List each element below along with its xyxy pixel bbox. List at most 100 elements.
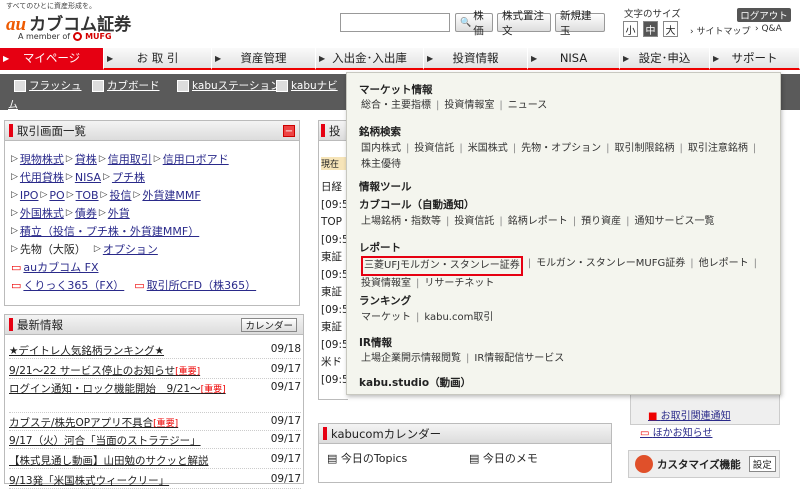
- nav-nisa[interactable]: ▶ NISA: [528, 48, 620, 70]
- link-tsumitate[interactable]: 積立（投信・プチ株・外貨建MMF）: [20, 223, 199, 239]
- dd-link[interactable]: 取引制限銘柄: [615, 141, 675, 157]
- market-row: [09:5: [321, 338, 349, 351]
- dd-link[interactable]: 国内株式: [361, 141, 401, 157]
- link-tob[interactable]: TOB: [76, 189, 99, 202]
- dd-link[interactable]: 米国株式: [468, 141, 508, 157]
- market-row: 東証: [321, 286, 342, 298]
- dd-link[interactable]: IR情報配信サービス: [474, 351, 564, 367]
- kabunavi-link[interactable]: kabuナビ: [276, 78, 338, 93]
- nav-assets[interactable]: ▶ 資産管理: [212, 48, 316, 70]
- divider: |: [459, 143, 463, 154]
- kabunavi-label: kabuナビ: [291, 80, 338, 92]
- dd-link[interactable]: 上場銘柄・指数等: [361, 214, 441, 230]
- market-tab[interactable]: 投: [319, 121, 348, 141]
- nav-mypage[interactable]: ▶ マイページ: [0, 48, 104, 70]
- triangle-icon: ▷: [11, 172, 18, 182]
- stock-order-button[interactable]: 株式置注文: [497, 10, 551, 37]
- link-po[interactable]: PO: [49, 189, 64, 202]
- link-toushin[interactable]: 投信: [109, 187, 131, 203]
- stock-code-input[interactable]: [340, 13, 450, 32]
- dd-link[interactable]: 先物・オプション: [521, 141, 601, 157]
- news-text: 9/17（火）河合「当面のストラテジー」: [9, 435, 201, 447]
- dd-row-search: 国内株式 | 投資信託 | 米国株式 | 先物・オプション | 取引制限銘柄 | 取引注意銘柄 | 株主…: [361, 141, 773, 173]
- customize-settings-button[interactable]: 設定: [748, 456, 776, 472]
- market-row: [09:5: [321, 233, 349, 246]
- triangle-icon: ▷: [11, 226, 18, 236]
- nav-trade[interactable]: ▶ お 取 引: [104, 48, 212, 70]
- other-notice-link[interactable]: ▭ ほかお知らせ: [640, 424, 712, 439]
- news-item[interactable]: ログイン通知・ロック機能開始 9/21～[重要] 09/17: [9, 381, 301, 413]
- nav-info[interactable]: ▶ 投資情報: [424, 48, 528, 70]
- link-margin-robo[interactable]: 信用ロボアド: [163, 151, 229, 167]
- news-item[interactable]: 9/13発「米国株式ウィークリー」 09/17: [9, 473, 301, 489]
- news-item[interactable]: 9/21～22 サービス停止のお知らせ[重要] 09/17: [9, 363, 301, 379]
- link-ipo[interactable]: IPO: [20, 189, 39, 202]
- dd-heading-report: レポート: [359, 242, 401, 254]
- dd-link[interactable]: リサーチネット: [424, 276, 494, 292]
- dd-link[interactable]: 株主優待: [361, 157, 401, 173]
- dd-link[interactable]: 通知サービス一覧: [635, 214, 715, 230]
- qa-link[interactable]: › Q&A: [755, 24, 782, 34]
- nav-support[interactable]: ▶ サポート: [710, 48, 800, 70]
- price-button[interactable]: 🔍 株価: [455, 10, 493, 37]
- link-puchi[interactable]: プチ株: [112, 169, 145, 185]
- link-fx-currency[interactable]: 外貨: [108, 205, 130, 221]
- flash-link[interactable]: フラッシュ: [14, 78, 82, 93]
- triangle-icon: ▷: [11, 244, 18, 254]
- font-large-button[interactable]: 大: [663, 21, 678, 37]
- nav-settings[interactable]: ▶ 設定･申込: [620, 48, 710, 70]
- qa-label: Q&A: [761, 24, 782, 34]
- dd-link[interactable]: モルガン・スタンレーMUFG証券: [536, 256, 685, 276]
- dd-link[interactable]: 預り資産: [581, 214, 621, 230]
- divider: |: [572, 216, 577, 227]
- collapse-icon[interactable]: −: [283, 125, 295, 137]
- dd-link[interactable]: 投資情報室: [444, 98, 494, 114]
- font-medium-button[interactable]: 中: [643, 21, 658, 37]
- title-accent: [323, 427, 327, 440]
- kabustation-label: kabuステーション: [192, 80, 281, 92]
- triangle-icon: ▷: [65, 154, 73, 164]
- dd-link[interactable]: 他レポート: [699, 256, 749, 276]
- link-margin[interactable]: 信用取引: [108, 151, 152, 167]
- dd-link[interactable]: 総合・主要指標: [361, 98, 431, 114]
- link-foreign-stock[interactable]: 外国株式: [20, 205, 64, 221]
- news-item[interactable]: 9/17（火）河合「当面のストラテジー」 09/17: [9, 433, 301, 449]
- link-genbutsu[interactable]: 現物株式: [20, 151, 64, 167]
- link-click365[interactable]: くりっく365（FX）: [23, 277, 124, 293]
- dd-link-mufg-ms-highlighted[interactable]: 三菱UFJモルガン・スタンレー証券: [361, 256, 523, 276]
- kabuboard-link[interactable]: カブボード: [92, 78, 160, 93]
- link-nisa[interactable]: NISA: [75, 171, 101, 184]
- link-bond[interactable]: 債券: [75, 205, 97, 221]
- news-date: 09/17: [270, 433, 301, 445]
- kabustation-link[interactable]: kabuステーション: [177, 78, 280, 93]
- news-item[interactable]: 【株式見通し動画】山田勉のサクッと解説 09/17: [9, 453, 301, 469]
- dd-link[interactable]: 取引注意銘柄: [688, 141, 748, 157]
- dd-link[interactable]: 投資信託: [414, 141, 454, 157]
- dd-link[interactable]: 投資信託: [454, 214, 494, 230]
- sitemap-link[interactable]: › サイトマップ: [690, 24, 750, 37]
- dd-link[interactable]: 銘柄レポート: [508, 214, 568, 230]
- notice-link[interactable]: ■ お取引関連通知: [648, 407, 731, 422]
- calendar-button[interactable]: カレンダー: [241, 318, 297, 332]
- dd-link[interactable]: kabu.com取引: [424, 310, 493, 326]
- subnav-more[interactable]: ム: [8, 96, 18, 111]
- trade-screens-panel: 取引画面一覧 − ▷ 現物株式 ▷ 貸株 ▷ 信用取引 ▷ 信用ロボアド ▷ 代用貸株 ▷ NISA…: [4, 120, 300, 306]
- nav-deposit[interactable]: ▶ 入出金･入出庫: [316, 48, 424, 70]
- dd-link[interactable]: マーケット: [361, 310, 411, 326]
- dd-link[interactable]: 上場企業開示情報閲覧: [361, 351, 461, 367]
- font-small-button[interactable]: 小: [623, 21, 638, 37]
- link-cfd[interactable]: 取引所CFD（株365）: [147, 277, 256, 293]
- link-mmf[interactable]: 外貨建MMF: [142, 187, 200, 203]
- dd-link[interactable]: 投資情報室: [361, 276, 411, 292]
- news-item[interactable]: ★デイトレ人気銘柄ランキング★ 09/18: [9, 343, 301, 359]
- link-kashikabu[interactable]: 貸株: [75, 151, 97, 167]
- link-au-fx[interactable]: auカブコム FX: [23, 259, 98, 275]
- mufg-icon: [73, 32, 83, 41]
- dd-heading-studio[interactable]: kabu.studio（動画）: [359, 375, 471, 390]
- link-daiyou[interactable]: 代用貸株: [20, 169, 64, 185]
- new-position-button[interactable]: 新規建玉: [555, 10, 605, 37]
- news-item[interactable]: カブステ/株先OPアプリ不具合[重要] 09/17: [9, 415, 301, 431]
- dd-link[interactable]: ニュース: [508, 98, 548, 114]
- link-option[interactable]: オプション: [103, 241, 158, 257]
- logout-button[interactable]: ログアウト: [737, 8, 791, 22]
